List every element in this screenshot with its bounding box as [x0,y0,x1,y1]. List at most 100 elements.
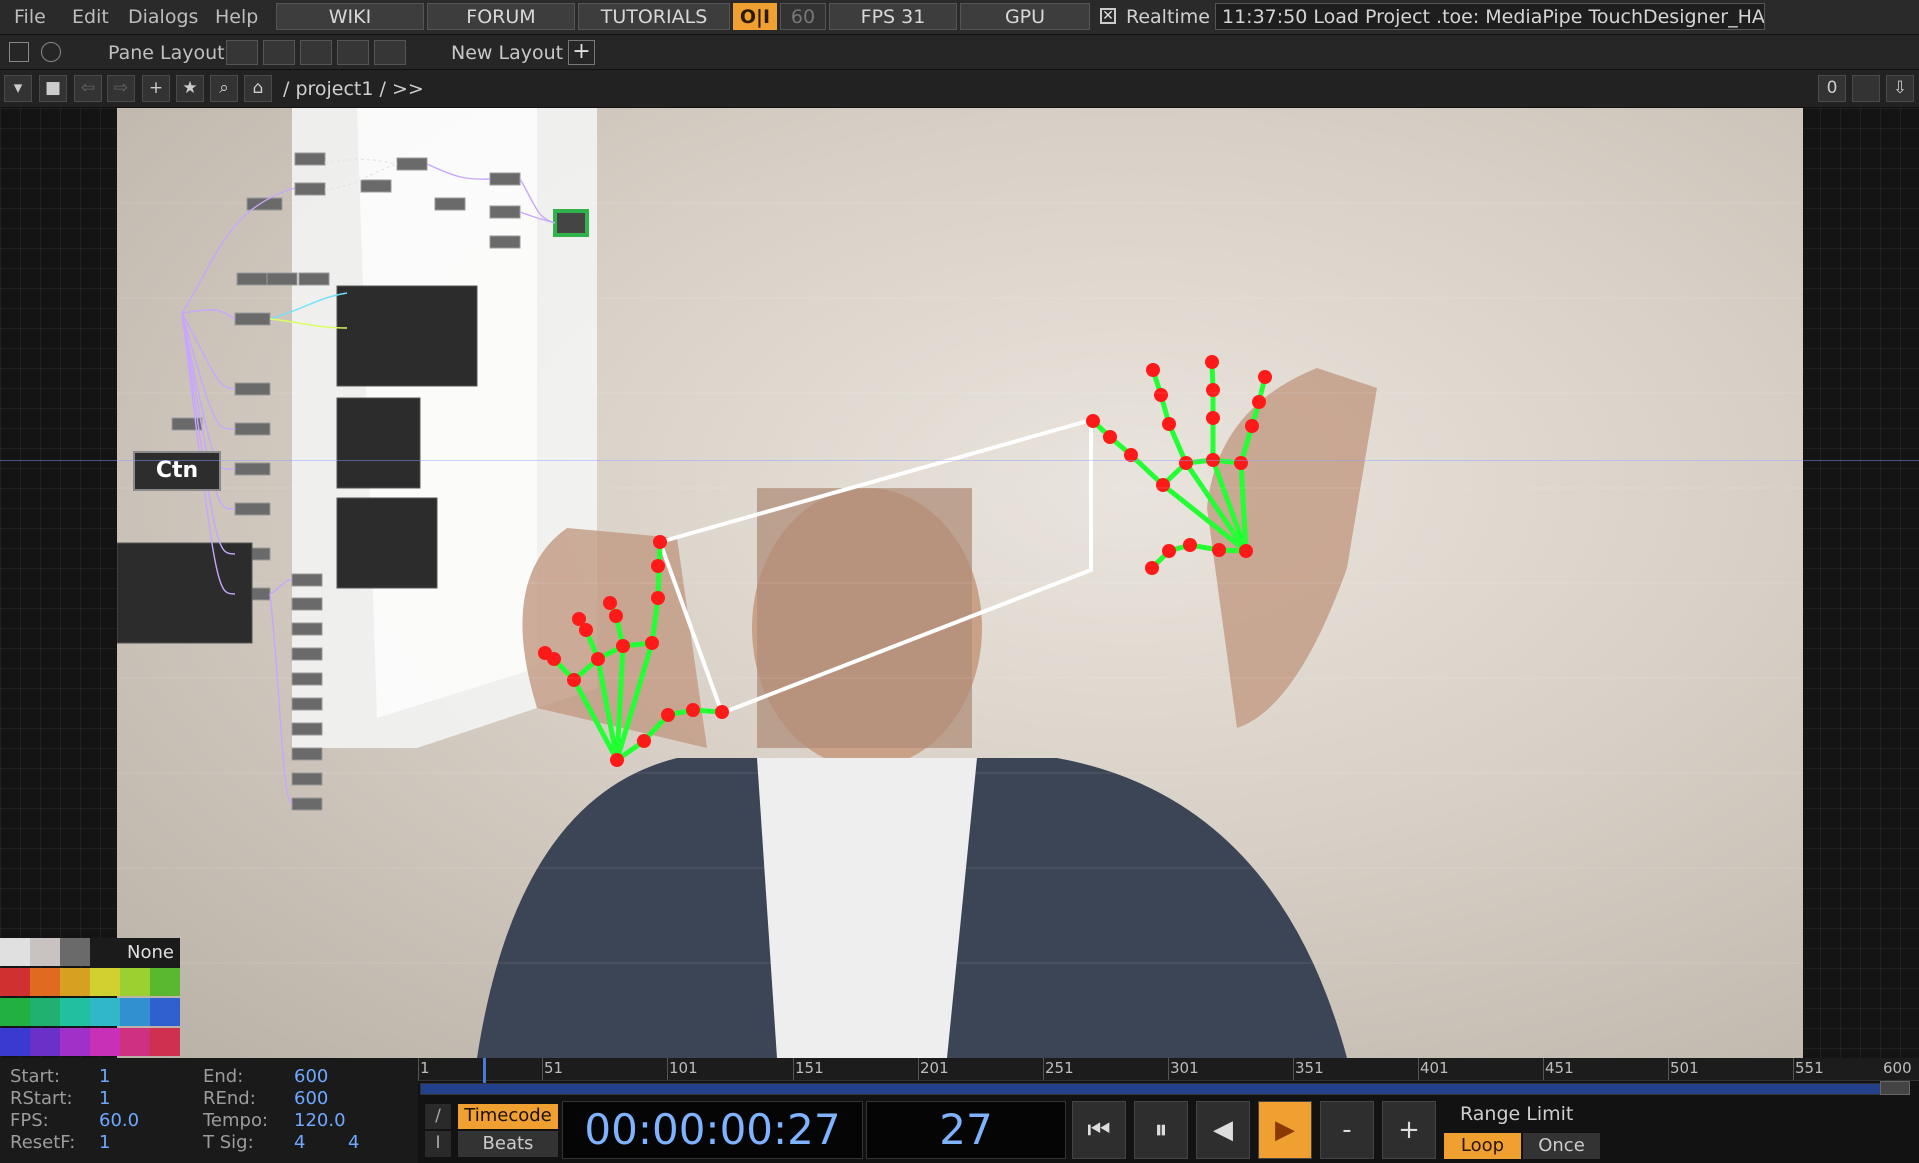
swatch-gray-2[interactable] [60,938,90,966]
node-null-14 [291,797,323,811]
menu-help[interactable]: Help [215,6,258,28]
stop-icon[interactable]: ■ [39,75,67,102]
palette-none-label[interactable]: None [90,938,180,968]
node-null-6 [291,597,323,611]
pane-export-icon[interactable] [41,42,61,62]
swatch-purple[interactable] [60,1028,90,1056]
resetf-value[interactable]: 1 [99,1132,110,1153]
forward-arrow-icon[interactable]: ⇨ [107,75,135,102]
node-null-3 [360,179,392,193]
swatch-indigo[interactable] [0,1028,30,1056]
network-editor[interactable]: Ctn [0,108,1919,1058]
swatch-blue[interactable] [150,998,180,1026]
swatch-cyan[interactable] [90,998,120,1026]
swatch-magenta[interactable] [90,1028,120,1056]
node-null-1 [294,152,326,166]
tick-label: 51 [544,1059,564,1077]
once-button[interactable]: Once [1523,1133,1600,1159]
realtime-checkbox[interactable]: ✕ [1100,8,1116,24]
wiki-button[interactable]: WIKI [276,3,424,30]
rend-label: REnd: [203,1088,256,1109]
node-select-3 [489,235,521,249]
frame-display[interactable]: 27 [866,1101,1066,1159]
maximize-pane-icon[interactable] [1852,75,1880,102]
loop-button[interactable]: Loop [1444,1133,1521,1159]
pane-view-icon[interactable] [9,42,29,62]
layout-four-button[interactable] [374,40,406,65]
timeline-ruler[interactable]: 1 51 101 151 201 251 301 351 401 451 501… [418,1058,1919,1081]
swatch-amber[interactable] [60,968,90,996]
node-object-tracking [234,422,271,436]
search-icon[interactable]: ⌕ [210,75,238,102]
gpu-button[interactable]: GPU [960,3,1090,30]
layout-split-horizontal-button[interactable] [300,40,332,65]
swatch-sky[interactable] [120,998,150,1026]
first-frame-icon[interactable]: ⏮ [1072,1101,1126,1159]
forum-button[interactable]: FORUM [427,3,575,30]
examples-panel [336,397,421,489]
layout-single-button[interactable] [226,40,258,65]
network-path[interactable]: / project1 / >> [283,78,424,100]
end-value[interactable]: 600 [294,1066,328,1087]
ctn-node[interactable]: Ctn [133,451,221,491]
play-icon[interactable]: ▶ [1258,1101,1312,1159]
tsig-value-b[interactable]: 4 [348,1132,359,1153]
pane-menu-icon[interactable]: ▾ [4,75,32,102]
tick-label: 451 [1545,1059,1574,1077]
swatch-gray-1[interactable] [30,938,60,966]
swatch-green-2[interactable] [0,998,30,1026]
timecode-display[interactable]: 00:00:00:27 [562,1101,863,1159]
menu-dialogs[interactable]: Dialogs [128,6,198,28]
fps-limit-field[interactable]: 60 [780,3,826,30]
fps-value[interactable]: 60.0 [99,1110,139,1131]
layout-three-button[interactable] [337,40,369,65]
tick-label: 401 [1420,1059,1449,1077]
slash-icon[interactable]: / [425,1104,451,1129]
menu-edit[interactable]: Edit [72,6,109,28]
perform-mode-button[interactable]: O|I [733,3,777,30]
range-end-handle[interactable] [1880,1081,1910,1095]
i-icon[interactable]: I [425,1131,451,1157]
swatch-green-3[interactable] [30,998,60,1026]
tick-label: 551 [1795,1059,1824,1077]
node-null-2 [294,182,326,196]
swatch-red[interactable] [0,968,30,996]
step-back-icon[interactable]: ◀ [1196,1101,1250,1159]
tick-label: 201 [920,1059,949,1077]
menu-file[interactable]: File [14,6,46,28]
swatch-teal[interactable] [60,998,90,1026]
plus-button[interactable]: + [1382,1101,1436,1159]
minus-button[interactable]: - [1320,1101,1374,1159]
range-bar[interactable] [420,1083,1882,1095]
tick-line [1668,1058,1669,1080]
rstart-value[interactable]: 1 [99,1088,110,1109]
tempo-value[interactable]: 120.0 [294,1110,346,1131]
add-operator-icon[interactable]: + [142,75,170,102]
start-value[interactable]: 1 [99,1066,110,1087]
rend-value[interactable]: 600 [294,1088,328,1109]
back-arrow-icon[interactable]: ⇦ [74,75,102,102]
swatch-violet[interactable] [30,1028,60,1056]
timecode-button[interactable]: Timecode [458,1104,558,1129]
pause-icon[interactable]: ⏸ [1134,1101,1188,1159]
swatch-green-1[interactable] [150,968,180,996]
tick-line [667,1058,668,1080]
swatch-orange[interactable] [30,968,60,996]
node-null-10 [291,697,323,711]
download-icon[interactable]: ⇩ [1886,75,1914,102]
home-icon[interactable]: ⌂ [244,75,272,102]
layout-split-vertical-button[interactable] [263,40,295,65]
beats-button[interactable]: Beats [458,1131,558,1157]
tick-line [1793,1058,1794,1080]
color-palette: None [0,938,180,1058]
swatch-lime[interactable] [120,968,150,996]
swatch-yellow[interactable] [90,968,120,996]
swatch-pink[interactable] [120,1028,150,1056]
swatch-rose[interactable] [150,1028,180,1056]
tsig-value-a[interactable]: 4 [294,1132,305,1153]
new-layout-add-button[interactable]: + [568,40,595,65]
tick-label: 600 [1883,1059,1912,1077]
bookmark-star-icon[interactable]: ★ [176,75,204,102]
swatch-light[interactable] [0,938,30,966]
tutorials-button[interactable]: TUTORIALS [578,3,730,30]
